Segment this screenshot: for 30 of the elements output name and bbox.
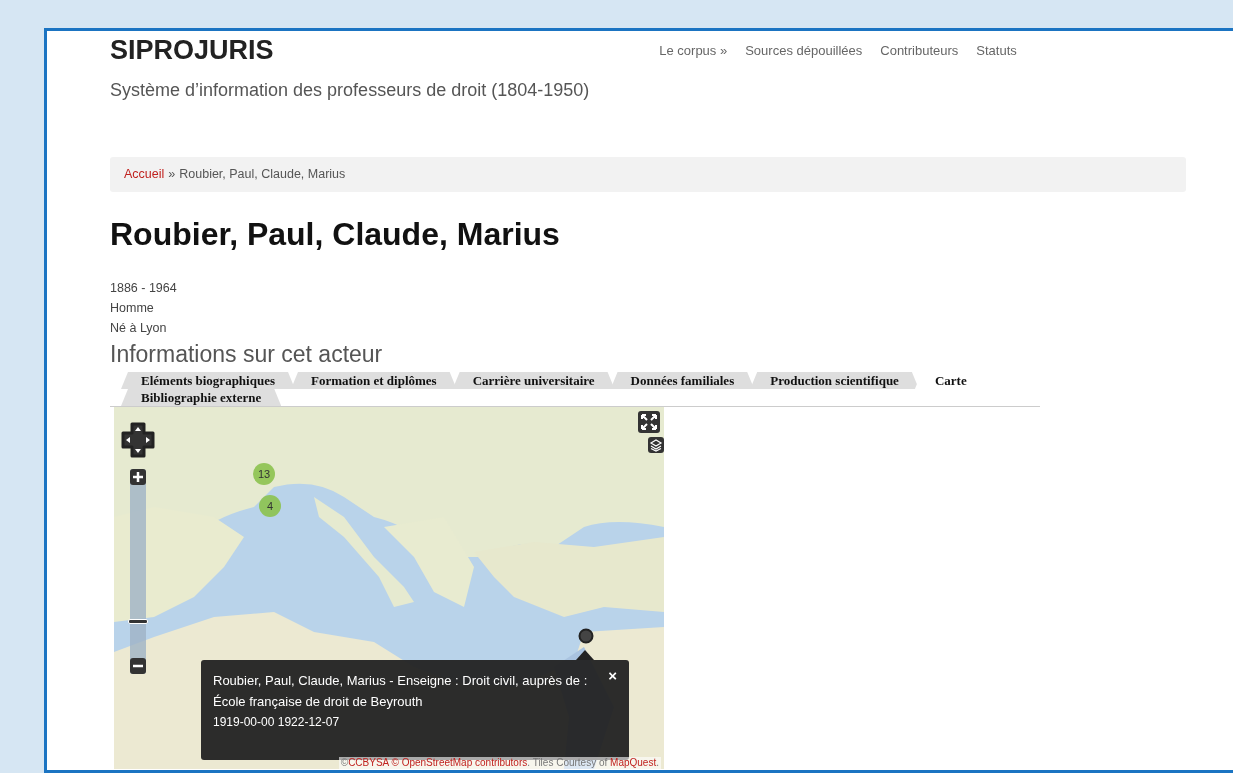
breadcrumb-link[interactable]: Accueil xyxy=(124,165,165,184)
tab[interactable]: Eléments biographiques xyxy=(121,372,295,389)
popup-dates: 1919-00-00 1922-12-07 xyxy=(213,714,341,731)
page-heading: Roubier, Paul, Claude, Marius xyxy=(110,218,561,250)
fact-text: Né à Lyon xyxy=(110,320,168,337)
breadcrumb-current: Roubier, Paul, Claude, Marius xyxy=(179,166,346,184)
fact-text: 1886 - 1964 xyxy=(110,280,178,297)
fact-text: Homme xyxy=(110,300,155,317)
fullscreen-icon[interactable] xyxy=(638,411,660,433)
layers-icon[interactable] xyxy=(648,437,664,453)
nav-link[interactable]: Le corpus » xyxy=(659,41,728,61)
map-attribution: ©CCBYSA © OpenStreetMap contributors. Tiles Courtesy of MapQuest. xyxy=(338,757,661,769)
site-subtitle: Système d’information des professeurs de droit (1804-1950) xyxy=(110,79,590,102)
tab[interactable]: Carrière universitaire xyxy=(452,372,615,389)
tab[interactable]: Bibliographie externe xyxy=(121,389,282,406)
tab[interactable]: Formation et diplômes xyxy=(291,372,457,389)
zoom-handle[interactable] xyxy=(128,619,148,625)
tab[interactable]: Production scientifique xyxy=(750,372,919,389)
zoom-out-icon[interactable] xyxy=(130,658,146,674)
popup-text: Roubier, Paul, Claude, Marius - Enseigne : Droit civil, auprès de : École française de droit de Beyrouth xyxy=(213,672,589,711)
nav-link[interactable]: Contributeurs xyxy=(880,41,959,61)
nav-link[interactable]: Sources dépouillées xyxy=(745,41,863,61)
zoom-in-icon[interactable] xyxy=(130,469,146,485)
section-title: Informations sur cet acteur xyxy=(110,340,384,368)
site-title[interactable]: SIPROJURIS xyxy=(110,31,590,64)
location-marker-icon[interactable] xyxy=(578,628,594,644)
nav-link[interactable]: Statuts xyxy=(976,41,1017,61)
close-button[interactable]: × xyxy=(608,668,617,683)
breadcrumb-separator: » xyxy=(168,166,176,184)
pan-control-icon[interactable] xyxy=(121,422,155,458)
